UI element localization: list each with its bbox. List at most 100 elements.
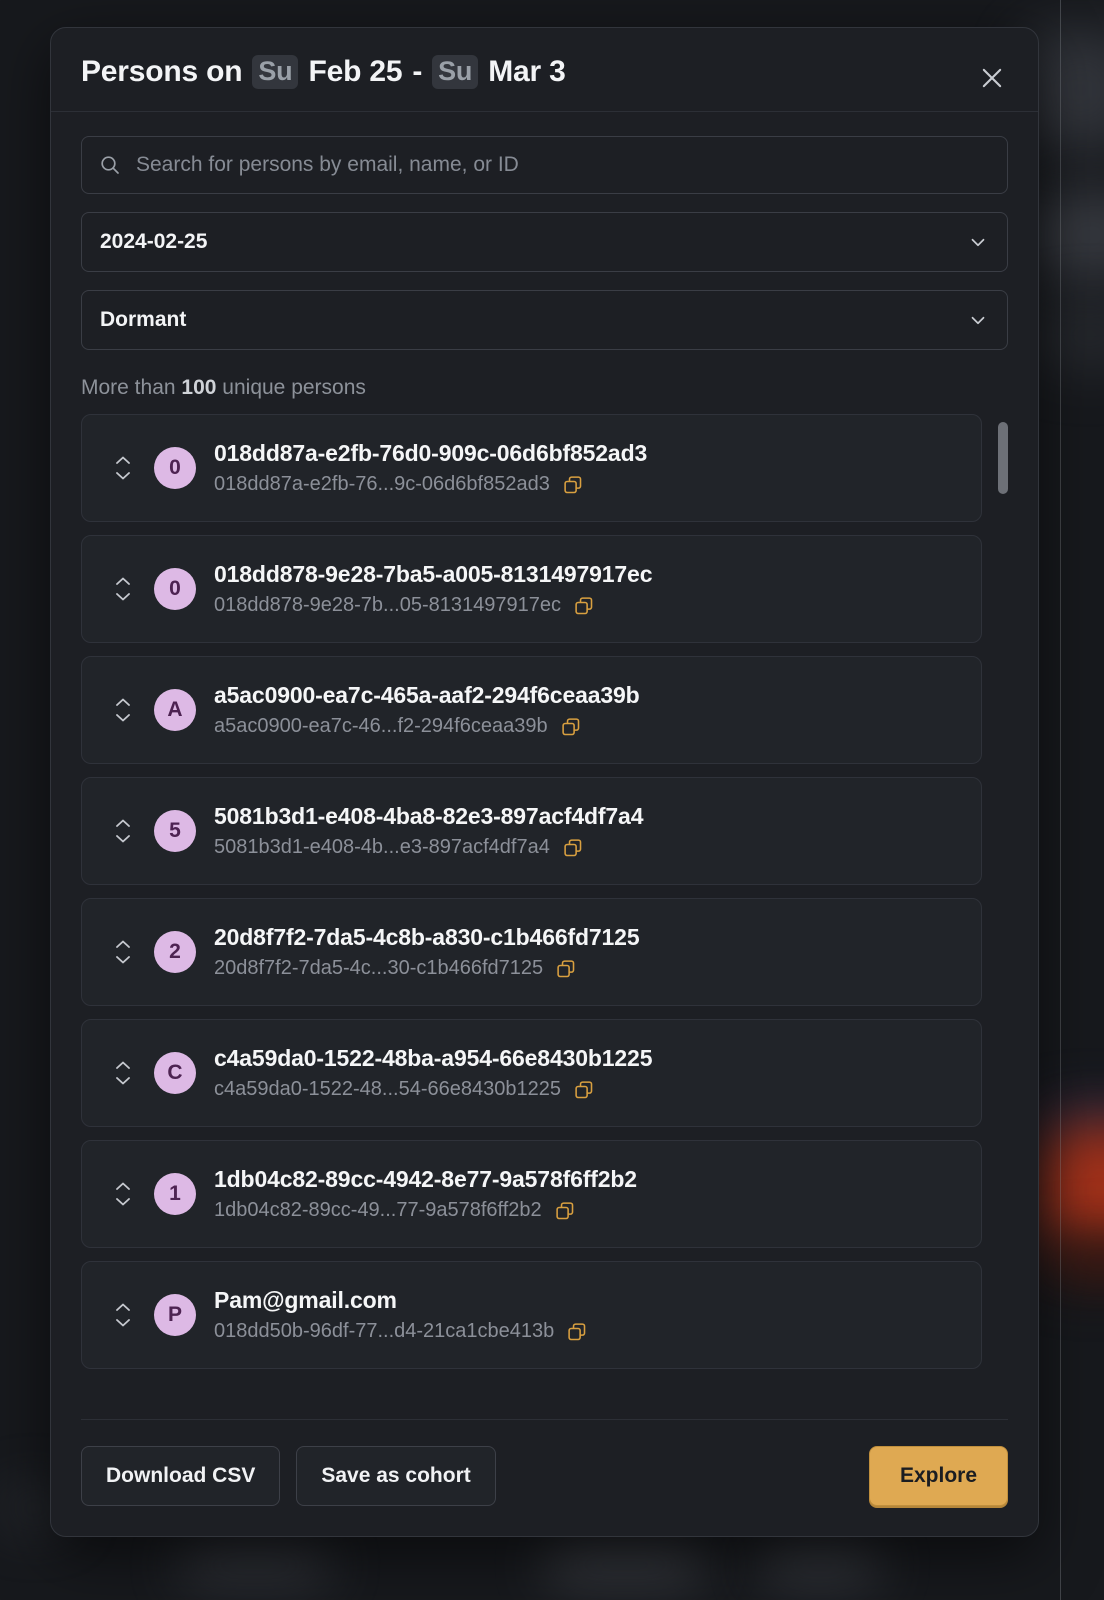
copy-id-button[interactable] bbox=[573, 1079, 595, 1101]
chevron-up-icon bbox=[116, 1303, 130, 1311]
search-input[interactable] bbox=[122, 153, 1007, 177]
title-prefix: Persons on bbox=[81, 55, 243, 88]
start-day-badge: Su bbox=[252, 55, 299, 89]
copy-icon bbox=[575, 1080, 593, 1098]
avatar: 1 bbox=[154, 1173, 196, 1215]
person-id: c4a59da0-1522-48...54-66e8430b1225 bbox=[214, 1078, 561, 1100]
expand-collapse-toggle[interactable] bbox=[108, 1181, 138, 1207]
person-id: 018dd878-9e28-7b...05-8131497917ec bbox=[214, 594, 561, 616]
persons-modal: Persons on Su Feb 25 - Su Mar 3 2024-0 bbox=[50, 27, 1039, 1537]
copy-id-button[interactable] bbox=[560, 716, 582, 738]
copy-id-button[interactable] bbox=[562, 837, 584, 859]
person-name: 1db04c82-89cc-4942-8e77-9a578f6ff2b2 bbox=[214, 1166, 637, 1192]
download-csv-button[interactable]: Download CSV bbox=[81, 1446, 281, 1506]
chevron-down-icon bbox=[116, 714, 130, 722]
modal-filters-section: 2024-02-25 Dormant More than 100 unique … bbox=[51, 112, 1038, 414]
background-blur-shape bbox=[180, 1548, 330, 1582]
chevron-up-icon bbox=[116, 1182, 130, 1190]
chevron-up-icon bbox=[116, 940, 130, 948]
person-id: a5ac0900-ea7c-46...f2-294f6ceaa39b bbox=[214, 715, 548, 737]
expand-collapse-toggle[interactable] bbox=[108, 455, 138, 481]
copy-id-button[interactable] bbox=[555, 958, 577, 980]
person-name: 018dd878-9e28-7ba5-a005-8131497917ec bbox=[214, 561, 653, 587]
list-item[interactable]: 5 5081b3d1-e408-4ba8-82e3-897acf4df7a4 508… bbox=[81, 777, 982, 885]
person-id: 20d8f7f2-7da5-4c...30-c1b466fd7125 bbox=[214, 957, 544, 979]
person-details: Pam@gmail.com 018dd50b-96df-77...d4-21ca1… bbox=[214, 1287, 588, 1343]
copy-id-button[interactable] bbox=[554, 1200, 576, 1222]
unique-persons-count: More than 100 unique persons bbox=[81, 368, 1008, 414]
person-details: 018dd87a-e2fb-76d0-909c-06d6bf852ad3 018d… bbox=[214, 440, 647, 496]
persons-list-scrollbar-track[interactable] bbox=[998, 422, 1008, 1397]
avatar: 0 bbox=[154, 568, 196, 610]
persons-list[interactable]: 0 018dd87a-e2fb-76d0-909c-06d6bf852ad3 018… bbox=[81, 414, 1008, 1405]
status-select[interactable]: Dormant bbox=[81, 290, 1008, 350]
count-number: 100 bbox=[181, 376, 217, 399]
chevron-down-icon bbox=[116, 593, 130, 601]
explore-button[interactable]: Explore bbox=[868, 1446, 1008, 1506]
save-as-cohort-button[interactable]: Save as cohort bbox=[296, 1446, 496, 1506]
list-item[interactable]: Aa5ac0900-ea7c-465a-aaf2-294f6ceaa39b a5a… bbox=[81, 656, 982, 764]
person-id-row: 018dd87a-e2fb-76...9c-06d6bf852ad3 bbox=[214, 473, 647, 496]
expand-collapse-toggle[interactable] bbox=[108, 576, 138, 602]
list-item[interactable]: 1 1db04c82-89cc-4942-8e77-9a578f6ff2b2 1db… bbox=[81, 1140, 982, 1248]
list-item[interactable]: 2 20d8f7f2-7da5-4c8b-a830-c1b466fd7125 20d… bbox=[81, 898, 982, 1006]
persons-list-scrollbar-thumb[interactable] bbox=[998, 422, 1008, 494]
background-blur-shape bbox=[760, 1548, 880, 1582]
chevron-down-icon bbox=[971, 316, 985, 325]
expand-collapse-toggle[interactable] bbox=[108, 818, 138, 844]
modal-header: Persons on Su Feb 25 - Su Mar 3 bbox=[51, 28, 1038, 112]
list-item[interactable]: P Pam@gmail.com 018dd50b-96df-77...d4-21ca… bbox=[81, 1261, 982, 1369]
end-day-badge: Su bbox=[432, 55, 479, 89]
page-title: Persons on Su Feb 25 - Su Mar 3 bbox=[81, 55, 1008, 89]
chevron-down-icon bbox=[116, 1077, 130, 1085]
person-id-row: a5ac0900-ea7c-46...f2-294f6ceaa39b bbox=[214, 715, 640, 738]
person-id: 018dd87a-e2fb-76...9c-06d6bf852ad3 bbox=[214, 473, 550, 495]
list-item[interactable]: Cc4a59da0-1522-48ba-a954-66e8430b1225 c4a… bbox=[81, 1019, 982, 1127]
count-suffix: unique persons bbox=[222, 376, 366, 399]
search-field[interactable] bbox=[81, 136, 1008, 194]
copy-id-button[interactable] bbox=[566, 1321, 588, 1343]
person-name: 20d8f7f2-7da5-4c8b-a830-c1b466fd7125 bbox=[214, 924, 640, 950]
person-name: 5081b3d1-e408-4ba8-82e3-897acf4df7a4 bbox=[214, 803, 644, 829]
person-id-row: 20d8f7f2-7da5-4c...30-c1b466fd7125 bbox=[214, 957, 639, 980]
chevron-up-icon bbox=[116, 819, 130, 827]
chevron-down-icon bbox=[116, 1319, 130, 1327]
person-id-row: c4a59da0-1522-48...54-66e8430b1225 bbox=[214, 1078, 652, 1101]
avatar: A bbox=[154, 689, 196, 731]
person-id-row: 5081b3d1-e408-4b...e3-897acf4df7a4 bbox=[214, 836, 643, 859]
status-select-value: Dormant bbox=[100, 308, 187, 331]
copy-icon bbox=[564, 838, 582, 856]
background-blur-shape bbox=[545, 1548, 705, 1582]
chevron-down-icon bbox=[116, 1198, 130, 1206]
copy-id-button[interactable] bbox=[573, 595, 595, 617]
search-icon bbox=[98, 153, 122, 177]
copy-icon bbox=[575, 596, 593, 614]
person-details: c4a59da0-1522-48ba-a954-66e8430b1225 c4a5… bbox=[214, 1045, 652, 1101]
list-item[interactable]: 0 018dd878-9e28-7ba5-a005-8131497917ec 018… bbox=[81, 535, 982, 643]
expand-collapse-toggle[interactable] bbox=[108, 1060, 138, 1086]
modal-footer: Download CSV Save as cohort Explore bbox=[81, 1419, 1008, 1536]
chevron-up-icon bbox=[116, 1061, 130, 1069]
person-name: Pam@gmail.com bbox=[214, 1287, 397, 1313]
close-button[interactable] bbox=[970, 56, 1014, 100]
avatar: C bbox=[154, 1052, 196, 1094]
avatar: 5 bbox=[154, 810, 196, 852]
date-select[interactable]: 2024-02-25 bbox=[81, 212, 1008, 272]
expand-collapse-toggle[interactable] bbox=[108, 939, 138, 965]
start-date: Feb 25 bbox=[308, 55, 403, 88]
list-item[interactable]: 0 018dd87a-e2fb-76d0-909c-06d6bf852ad3 018… bbox=[81, 414, 982, 522]
date-select-value: 2024-02-25 bbox=[100, 230, 208, 253]
copy-icon bbox=[564, 475, 582, 493]
person-details: 5081b3d1-e408-4ba8-82e3-897acf4df7a4 5081… bbox=[214, 803, 643, 859]
person-id: 018dd50b-96df-77...d4-21ca1cbe413b bbox=[214, 1320, 555, 1342]
chevron-up-icon bbox=[116, 456, 130, 464]
expand-collapse-toggle[interactable] bbox=[108, 697, 138, 723]
copy-id-button[interactable] bbox=[562, 474, 584, 496]
person-details: 20d8f7f2-7da5-4c8b-a830-c1b466fd7125 20d8… bbox=[214, 924, 640, 980]
copy-icon bbox=[556, 1201, 573, 1219]
person-details: 1db04c82-89cc-4942-8e77-9a578f6ff2b2 1db0… bbox=[214, 1166, 637, 1222]
person-details: 018dd878-9e28-7ba5-a005-8131497917ec 018d… bbox=[214, 561, 652, 617]
close-icon bbox=[982, 68, 1002, 88]
expand-collapse-toggle[interactable] bbox=[108, 1302, 138, 1328]
chevron-down-icon bbox=[971, 238, 985, 247]
